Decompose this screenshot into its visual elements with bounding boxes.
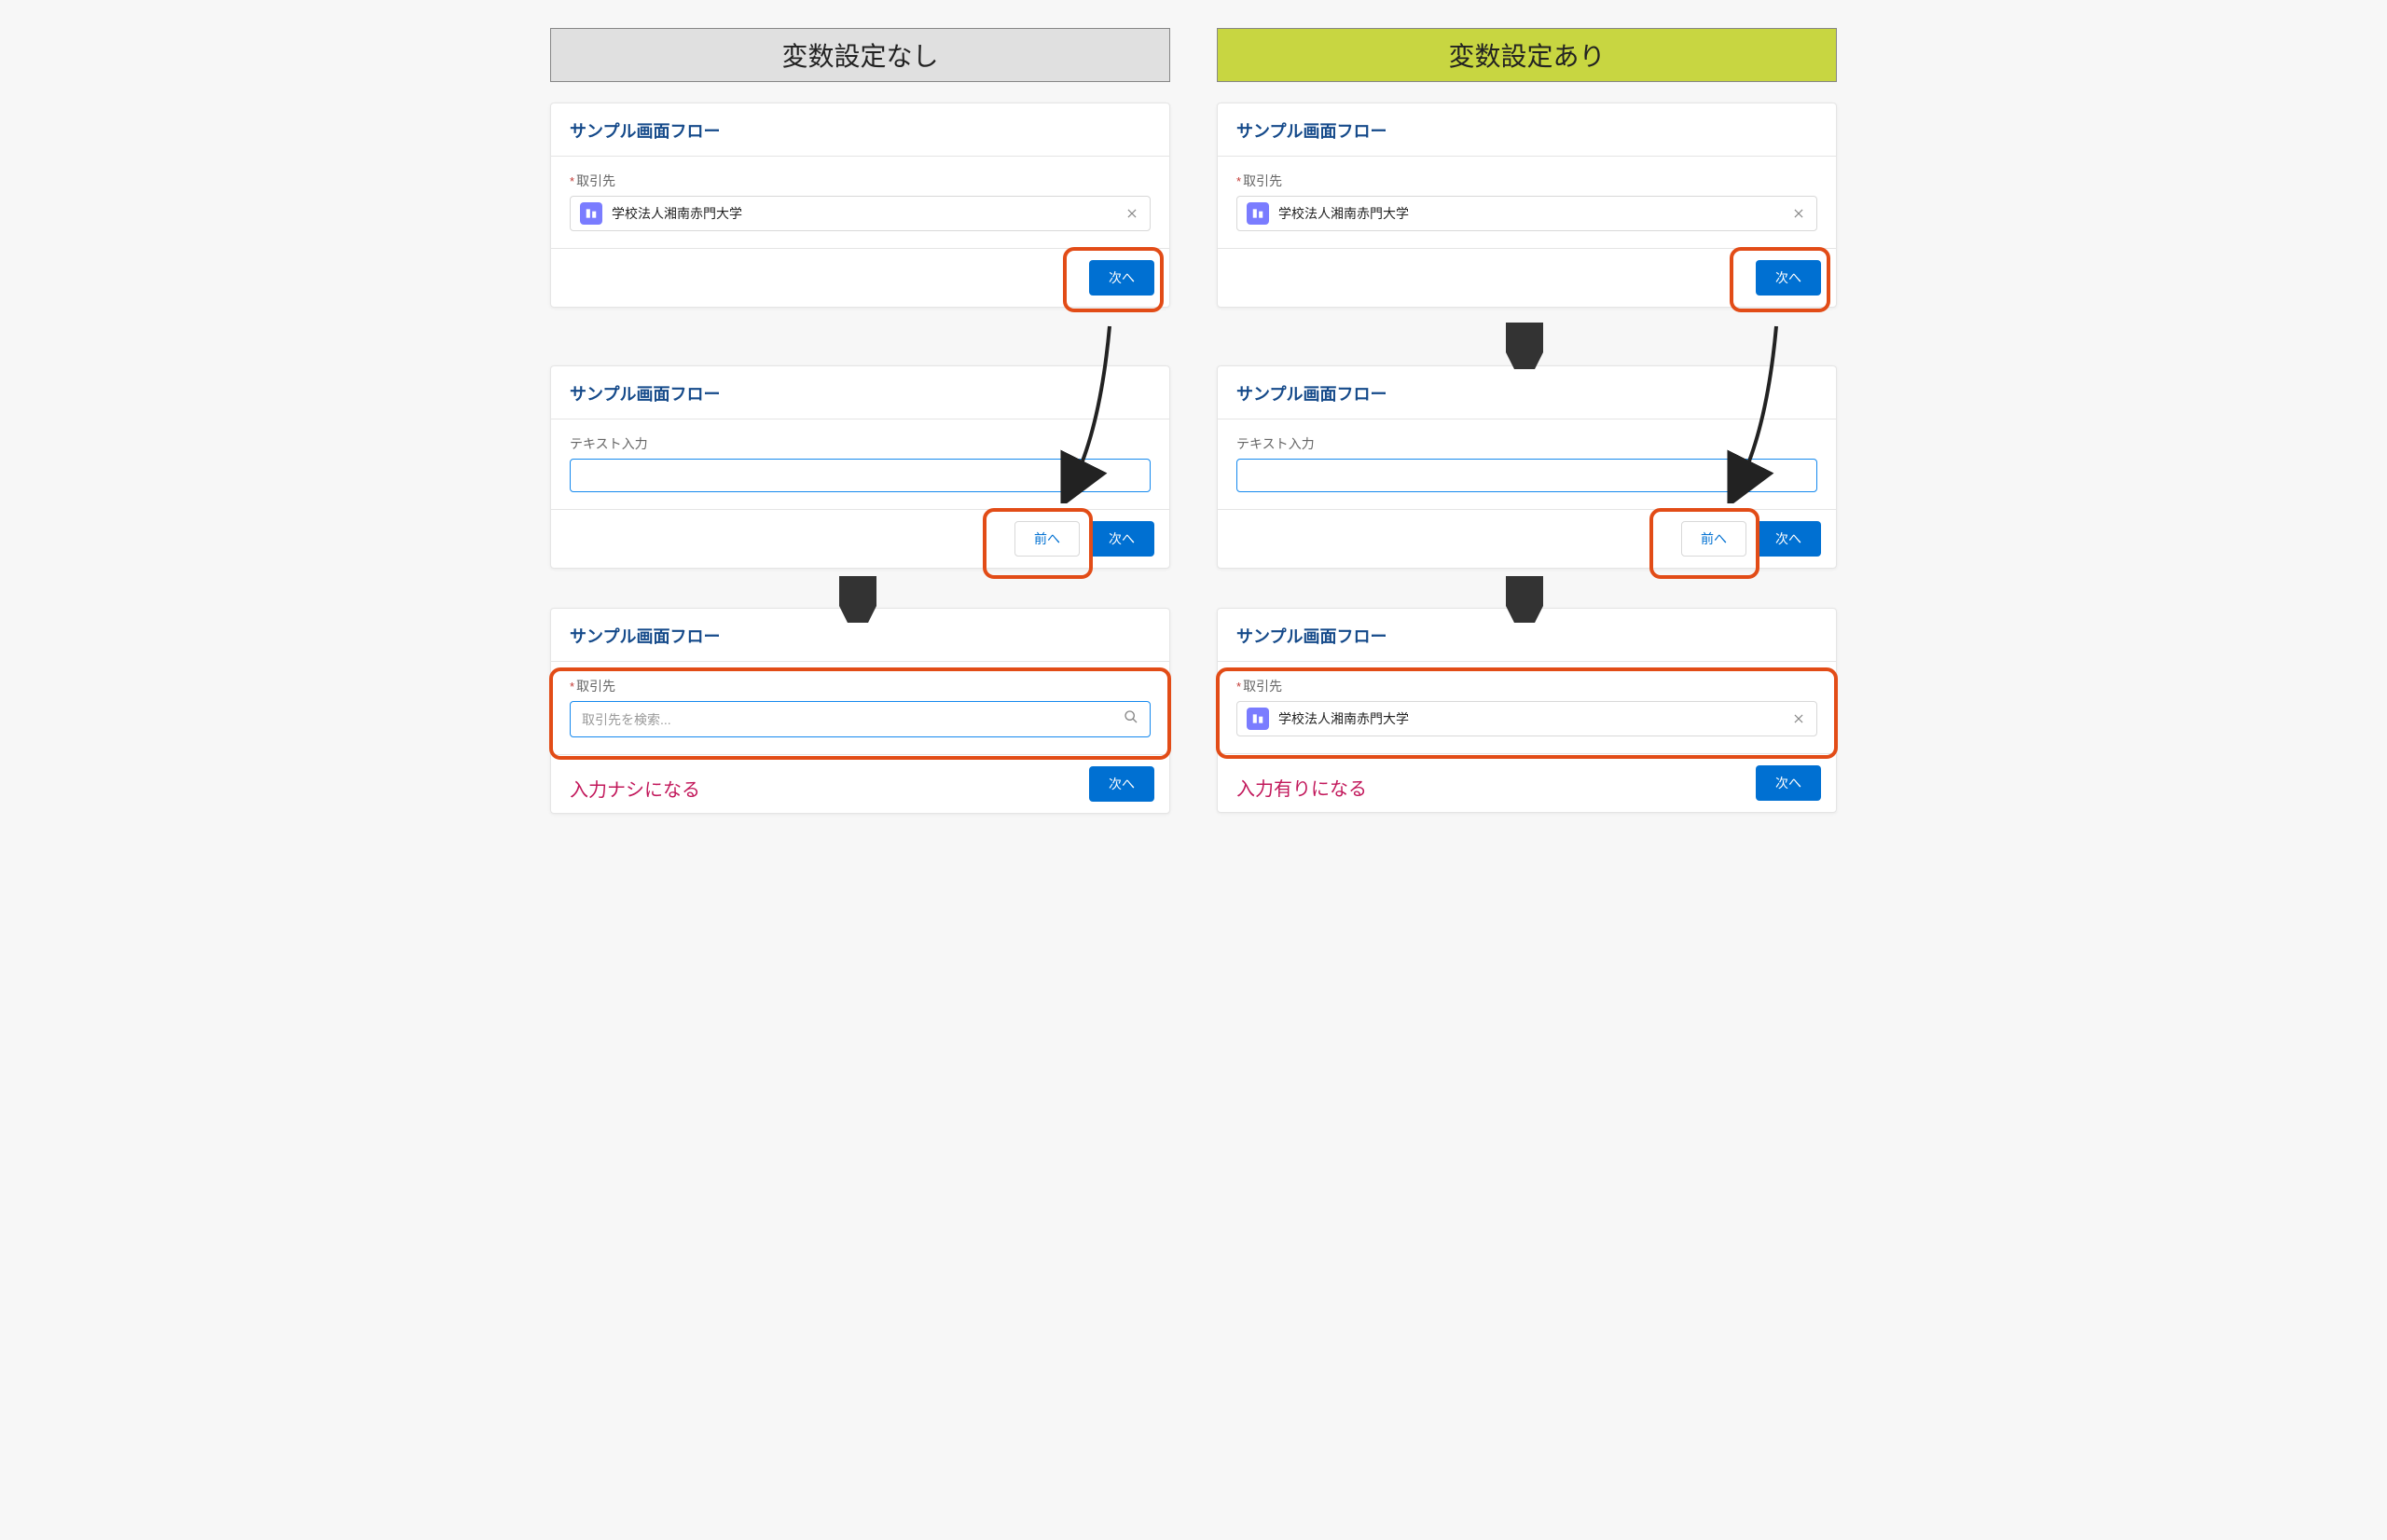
- account-value: 学校法人湘南赤門大学: [1278, 709, 1781, 728]
- clear-icon[interactable]: [1124, 205, 1140, 222]
- text-input[interactable]: [570, 459, 1151, 492]
- note-empty: 入力ナシになる: [570, 775, 700, 802]
- column-without-variable: 変数設定なし サンプル画面フロー *取引先 学校法人湘南赤門大学: [550, 28, 1170, 834]
- account-value: 学校法人湘南赤門大学: [1278, 204, 1781, 223]
- next-button[interactable]: 次へ: [1089, 521, 1154, 557]
- search-icon: [1124, 709, 1138, 729]
- account-search-input[interactable]: [570, 701, 1151, 737]
- flow-card-3-left: サンプル画面フロー *取引先 次へ 入力ナシになる: [550, 608, 1170, 814]
- card-title: サンプル画面フロー: [551, 366, 1169, 419]
- account-value: 学校法人湘南赤門大学: [612, 204, 1114, 223]
- next-button[interactable]: 次へ: [1756, 260, 1821, 296]
- account-icon: [1247, 202, 1269, 225]
- text-input-label: テキスト入力: [1236, 434, 1817, 453]
- text-input[interactable]: [1236, 459, 1817, 492]
- account-label: *取引先: [570, 172, 1151, 190]
- card-title: サンプル画面フロー: [551, 609, 1169, 662]
- header-with: 変数設定あり: [1217, 28, 1837, 82]
- next-button[interactable]: 次へ: [1089, 766, 1154, 802]
- flow-card-2-right: サンプル画面フロー テキスト入力 前へ 次へ: [1217, 365, 1837, 569]
- next-button[interactable]: 次へ: [1756, 521, 1821, 557]
- flow-card-2-left: サンプル画面フロー テキスト入力 前へ 次へ: [550, 365, 1170, 569]
- search-field[interactable]: [582, 712, 1124, 727]
- account-label: *取引先: [570, 677, 1151, 695]
- clear-icon[interactable]: [1790, 205, 1807, 222]
- account-label: *取引先: [1236, 172, 1817, 190]
- text-input-label: テキスト入力: [570, 434, 1151, 453]
- prev-button[interactable]: 前へ: [1014, 521, 1080, 557]
- card-title: サンプル画面フロー: [551, 103, 1169, 157]
- next-button[interactable]: 次へ: [1089, 260, 1154, 296]
- card-title: サンプル画面フロー: [1218, 366, 1836, 419]
- next-button[interactable]: 次へ: [1756, 765, 1821, 801]
- account-lookup[interactable]: 学校法人湘南赤門大学: [1236, 196, 1817, 231]
- column-with-variable: 変数設定あり サンプル画面フロー *取引先 学校法人湘南赤門大学: [1217, 28, 1837, 834]
- flow-card-1-right: サンプル画面フロー *取引先 学校法人湘南赤門大学 次へ: [1217, 103, 1837, 308]
- account-lookup[interactable]: 学校法人湘南赤門大学: [570, 196, 1151, 231]
- account-icon: [580, 202, 602, 225]
- account-icon: [1247, 708, 1269, 730]
- header-without: 変数設定なし: [550, 28, 1170, 82]
- clear-icon[interactable]: [1790, 710, 1807, 727]
- flow-card-3-right: サンプル画面フロー *取引先 学校法人湘南赤門大学: [1217, 608, 1837, 813]
- card-title: サンプル画面フロー: [1218, 103, 1836, 157]
- flow-card-1-left: サンプル画面フロー *取引先 学校法人湘南赤門大学 次へ: [550, 103, 1170, 308]
- account-lookup-filled[interactable]: 学校法人湘南赤門大学: [1236, 701, 1817, 736]
- prev-button[interactable]: 前へ: [1681, 521, 1746, 557]
- card-title: サンプル画面フロー: [1218, 609, 1836, 662]
- note-filled: 入力有りになる: [1236, 774, 1367, 801]
- account-label: *取引先: [1236, 677, 1817, 695]
- arrow-down-top-right: [1506, 323, 1543, 369]
